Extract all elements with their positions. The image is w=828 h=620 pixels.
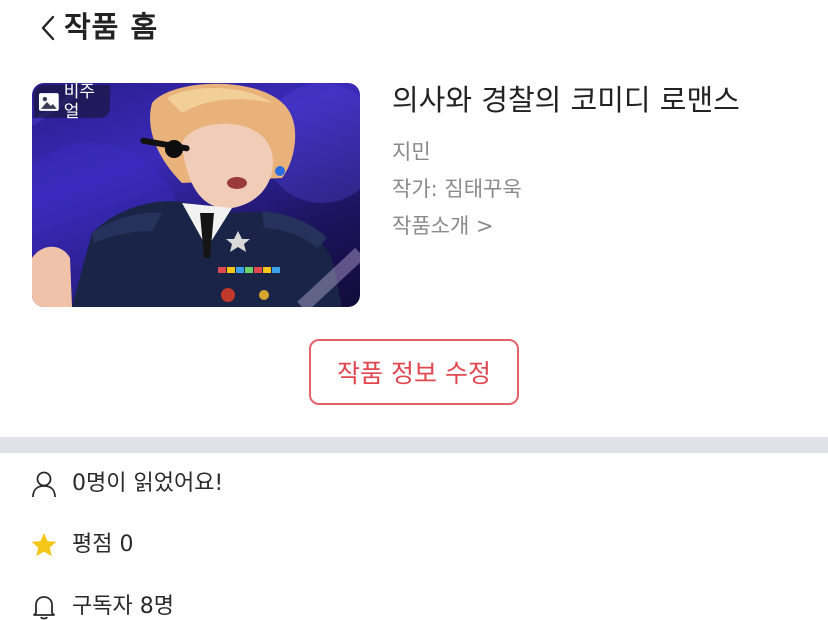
bell-icon xyxy=(30,592,58,620)
chevron-left-icon xyxy=(41,15,55,41)
page-title: 작품 홈 xyxy=(64,10,159,44)
back-button[interactable] xyxy=(36,12,60,44)
cover-image: 비주얼 xyxy=(32,83,360,307)
rating-stat: 평점 0 xyxy=(30,527,730,563)
rating-value: 평점 0 xyxy=(72,532,134,557)
readers-stat: 0명이 읽었어요! xyxy=(30,466,730,502)
work-intro-link[interactable]: 작품소개 > xyxy=(392,212,494,240)
star-icon xyxy=(30,530,58,560)
subscribers-stat: 구독자 8명 xyxy=(30,589,730,620)
person-icon xyxy=(30,469,58,499)
work-home-page: 작품 홈 비주얼 의사와 경찰의 코미디 로맨스 지민 작가: 짐태꾸욱 작품소… xyxy=(0,0,828,620)
section-divider xyxy=(0,437,828,453)
edit-work-info-button[interactable]: 작품 정보 수정 xyxy=(309,339,519,405)
work-author: 작가: 짐태꾸욱 xyxy=(392,177,522,201)
visual-badge-label: 비주얼 xyxy=(63,83,95,122)
work-title: 의사와 경찰의 코미디 로맨스 xyxy=(392,83,740,117)
work-character: 지민 xyxy=(392,140,431,164)
image-icon xyxy=(38,92,59,111)
top-bar: 작품 홈 xyxy=(0,0,828,56)
subscribers-count: 구독자 8명 xyxy=(72,594,174,619)
visual-badge: 비주얼 xyxy=(34,83,110,122)
readers-count: 0명이 읽었어요! xyxy=(72,471,224,496)
